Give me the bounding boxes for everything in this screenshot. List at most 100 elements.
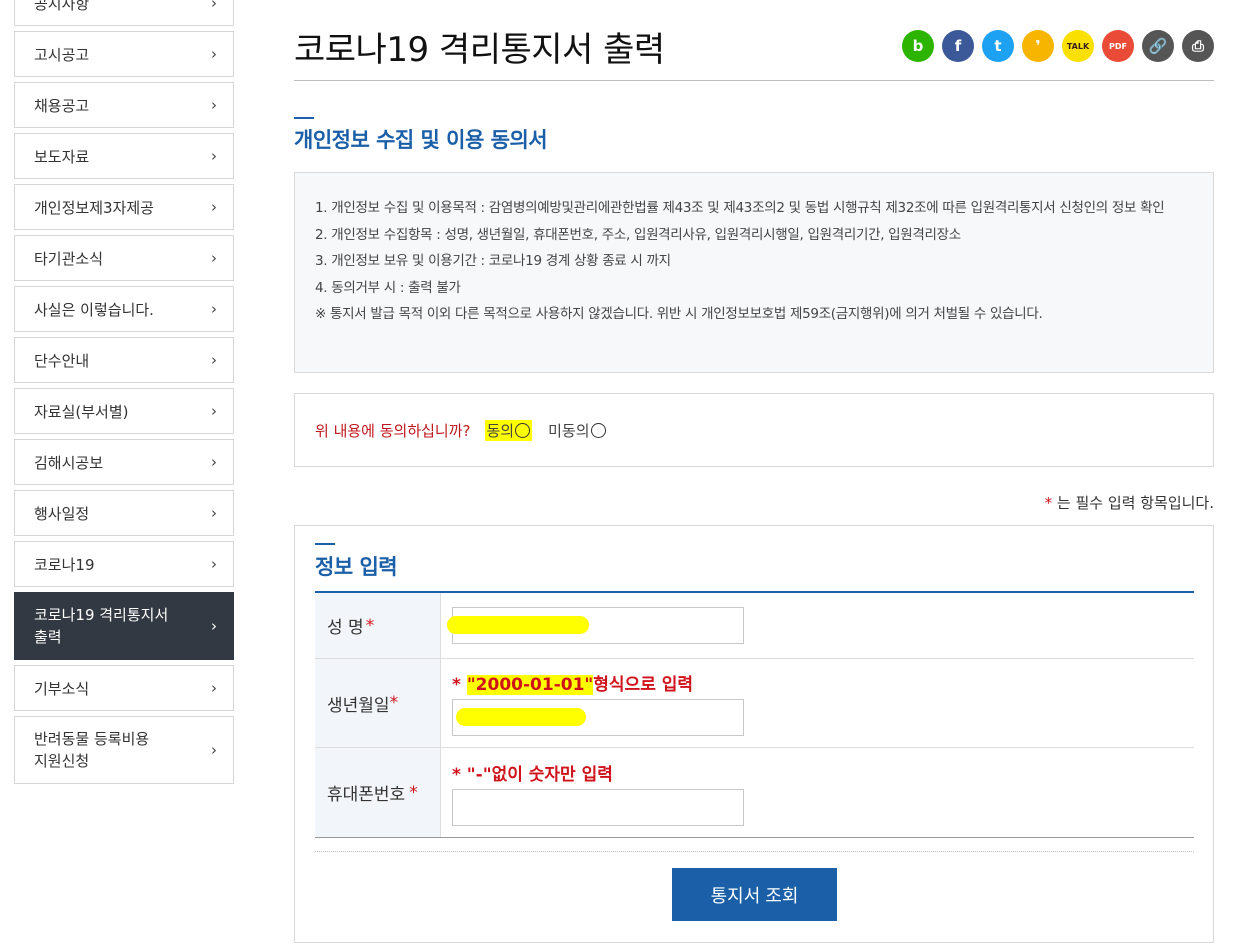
sidebar-item-label: 공시사항 bbox=[34, 0, 90, 13]
sidebar-item[interactable]: 김해시공보 › bbox=[14, 439, 234, 485]
sidebar-item-label: 채용공고 bbox=[34, 96, 90, 115]
pdf-icon[interactable]: PDF bbox=[1102, 30, 1134, 62]
title-divider bbox=[294, 80, 1214, 81]
sidebar-item-label: 행사일정 bbox=[34, 504, 90, 523]
sidebar-item[interactable]: 채용공고 › bbox=[14, 82, 234, 128]
sidebar-item-label: 기부소식 bbox=[34, 679, 90, 698]
consent-box: 위 내용에 동의하십니까? 동의 미동의 bbox=[294, 393, 1214, 467]
phone-format-hint: * "-"없이 숫자만 입력 bbox=[452, 764, 613, 785]
radio-circle-icon[interactable] bbox=[515, 422, 531, 438]
sidebar-item-label: 자료실(부서별) bbox=[34, 402, 129, 421]
sidebar-item-label: 코로나19 격리통지서 출력 bbox=[34, 606, 169, 646]
sidebar-item[interactable]: 개인정보제3자제공 › bbox=[14, 184, 234, 230]
sidebar-item[interactable]: 반려동물 등록비용 지원신청 › bbox=[14, 716, 234, 784]
kakaostory-icon[interactable]: ❜ bbox=[1022, 30, 1054, 62]
twitter-icon[interactable]: t bbox=[982, 30, 1014, 62]
section-accent-bar bbox=[315, 543, 335, 545]
chevron-right-icon: › bbox=[211, 555, 217, 573]
privacy-notice: ※ 통지서 발급 목적 이외 다른 목적으로 사용하지 않겠습니다. 위반 시 … bbox=[315, 306, 1043, 322]
sidebar-item[interactable]: 자료실(부서별) › bbox=[14, 388, 234, 434]
chevron-right-icon: › bbox=[211, 0, 217, 12]
sidebar-item-label: 코로나19 bbox=[34, 555, 95, 574]
consent-agree-radio[interactable]: 동의 bbox=[484, 419, 533, 441]
chevron-right-icon: › bbox=[211, 351, 217, 369]
form-section-title: 정보 입력 bbox=[315, 555, 398, 579]
privacy-line-4: 4. 동의거부 시 : 출력 불가 bbox=[315, 279, 461, 296]
privacy-line-1: 1. 개인정보 수집 및 이용목적 : 감염병의예방및관리에관한법률 제43조 … bbox=[315, 200, 1165, 216]
sidebar-item-label: 김해시공보 bbox=[34, 453, 104, 472]
chevron-right-icon: › bbox=[211, 617, 217, 635]
info-input-form: 정보 입력 성 명 * 생년월일 * * "2000-01-01"형식으로 입력… bbox=[294, 525, 1214, 943]
privacy-terms-box: 1. 개인정보 수집 및 이용목적 : 감염병의예방및관리에관한법률 제43조 … bbox=[294, 172, 1214, 373]
page-title: 코로나19 격리통지서 출력 bbox=[294, 30, 665, 70]
required-star: * bbox=[389, 693, 399, 713]
kakaotalk-icon[interactable]: TALK bbox=[1062, 30, 1094, 62]
required-note-text: 는 필수 입력 항목입니다. bbox=[1052, 494, 1214, 512]
required-star: * bbox=[409, 782, 418, 803]
chevron-right-icon: › bbox=[211, 300, 217, 318]
sidebar-item[interactable]: 사실은 이렇습니다. › bbox=[14, 286, 234, 332]
facebook-icon[interactable]: f bbox=[942, 30, 974, 62]
birth-label: 생년월일 * bbox=[315, 659, 441, 747]
sidebar-item[interactable]: 단수안내 › bbox=[14, 337, 234, 383]
radio-circle-icon[interactable] bbox=[590, 422, 606, 438]
sidebar-item-label: 타기관소식 bbox=[34, 249, 104, 268]
form-row-phone: 휴대폰번호 * * "-"없이 숫자만 입력 bbox=[315, 748, 1194, 837]
sidebar-item[interactable]: 코로나19 격리통지서 출력 › bbox=[14, 592, 234, 660]
chevron-right-icon: › bbox=[211, 198, 217, 216]
name-field-wrap bbox=[447, 607, 744, 644]
hint-tail: 형식으로 입력 bbox=[593, 675, 694, 695]
notice-lookup-button[interactable]: 통지서 조회 bbox=[672, 868, 837, 921]
form-row-birth: 생년월일 * * "2000-01-01"형식으로 입력 bbox=[315, 659, 1194, 748]
hint-format: "2000-01-01" bbox=[466, 675, 594, 695]
share-toolbar: b f t ❜ TALK PDF 🔗 ⎙ bbox=[902, 30, 1214, 62]
chevron-right-icon: › bbox=[211, 504, 217, 522]
phone-label-text: 휴대폰번호 bbox=[327, 785, 406, 805]
name-cell bbox=[441, 593, 1194, 658]
sidebar-item-label: 개인정보제3자제공 bbox=[34, 198, 154, 217]
name-label: 성 명 * bbox=[315, 593, 441, 658]
chevron-right-icon: › bbox=[211, 402, 217, 420]
sidebar-item-label: 보도자료 bbox=[34, 147, 90, 166]
privacy-line-3: 3. 개인정보 보유 및 이용기간 : 코로나19 경계 상황 종료 시 까지 bbox=[315, 253, 671, 269]
form-row-name: 성 명 * bbox=[315, 593, 1194, 659]
section-accent-bar bbox=[294, 117, 314, 119]
chevron-right-icon: › bbox=[211, 741, 217, 759]
consent-disagree-radio[interactable]: 미동의 bbox=[548, 420, 606, 441]
sidebar-item[interactable]: 공시사항 › bbox=[14, 0, 234, 26]
phone-input[interactable] bbox=[452, 788, 744, 826]
sidebar-menu: 공시사항 › 고시공고 › 채용공고 › 보도자료 › 개인정보제3자제공 › 타기관소식 › 사실은 … bbox=[14, 0, 234, 789]
sidebar-item[interactable]: 타기관소식 › bbox=[14, 235, 234, 281]
consent-question: 위 내용에 동의하십니까? bbox=[315, 421, 471, 440]
sidebar-item[interactable]: 행사일정 › bbox=[14, 490, 234, 536]
birth-cell: * "2000-01-01"형식으로 입력 bbox=[441, 659, 1194, 747]
chevron-right-icon: › bbox=[211, 453, 217, 471]
hint-star: * bbox=[452, 675, 467, 695]
phone-cell: * "-"없이 숫자만 입력 bbox=[441, 748, 1194, 837]
redaction-highlight bbox=[447, 616, 589, 634]
redaction-highlight bbox=[456, 708, 586, 726]
chevron-right-icon: › bbox=[211, 679, 217, 697]
birth-label-text: 생년월일 bbox=[327, 695, 390, 716]
required-star: * bbox=[365, 615, 375, 636]
band-icon[interactable]: b bbox=[902, 30, 934, 62]
phone-field-wrap bbox=[452, 788, 744, 826]
link-icon[interactable]: 🔗 bbox=[1142, 30, 1174, 62]
sidebar-item[interactable]: 코로나19 › bbox=[14, 541, 234, 587]
sidebar-item-label: 단수안내 bbox=[34, 351, 90, 370]
form-divider bbox=[315, 851, 1194, 852]
print-icon[interactable]: ⎙ bbox=[1182, 30, 1214, 62]
consent-disagree-label: 미동의 bbox=[548, 421, 590, 440]
birth-format-hint: * "2000-01-01"형식으로 입력 bbox=[452, 670, 1183, 695]
form-table: 성 명 * 생년월일 * * "2000-01-01"형식으로 입력 휴대폰번호… bbox=[315, 591, 1194, 838]
phone-label: 휴대폰번호 * bbox=[315, 748, 441, 837]
chevron-right-icon: › bbox=[211, 45, 217, 63]
sidebar-item[interactable]: 고시공고 › bbox=[14, 31, 234, 77]
name-label-text: 성 명 bbox=[327, 618, 364, 638]
sidebar-item-label: 고시공고 bbox=[34, 45, 90, 64]
sidebar-item[interactable]: 기부소식 › bbox=[14, 665, 234, 711]
consent-agree-label: 동의 bbox=[486, 421, 515, 440]
birth-field-wrap bbox=[452, 699, 744, 736]
sidebar-item-label: 반려동물 등록비용 지원신청 bbox=[34, 730, 150, 770]
sidebar-item[interactable]: 보도자료 › bbox=[14, 133, 234, 179]
